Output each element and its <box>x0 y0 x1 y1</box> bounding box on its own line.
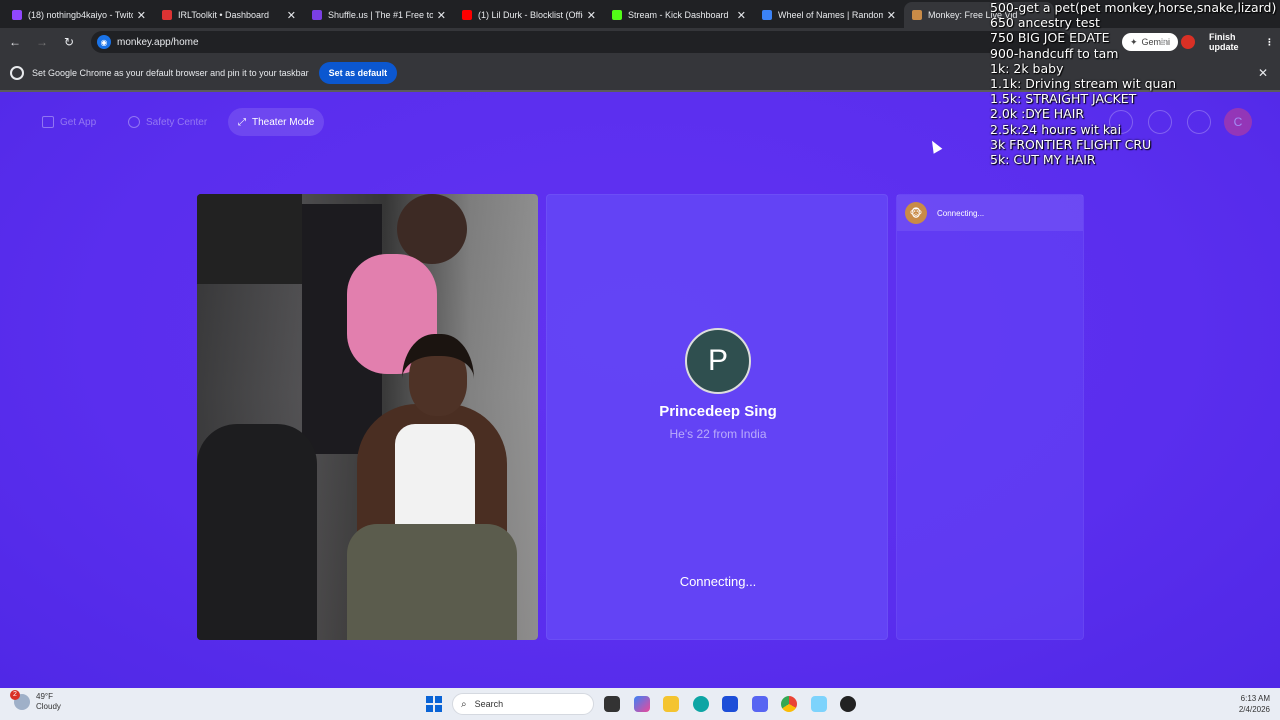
search-placeholder: Search <box>474 699 504 709</box>
goal-line: 900-handcuff to tam <box>990 45 1119 61</box>
url-text: monkey.app/home <box>117 36 199 48</box>
close-icon[interactable]: ✕ <box>887 9 896 22</box>
goal-line: 750 BIG JOE EDATE <box>990 30 1110 46</box>
clock-date: 2/4/2026 <box>1238 705 1270 714</box>
chrome-icon <box>10 66 24 80</box>
tab-irltoolkit[interactable]: IRLToolkit • Dashboard ✕ <box>154 2 304 28</box>
tab-youtube[interactable]: (1) Lil Durk - Blocklist (Offici ✕ <box>454 2 604 28</box>
tab-twitch[interactable]: (18) nothingb4kaiyo - Twitch ✕ <box>4 2 154 28</box>
match-name: Princedeep Sing <box>659 403 777 420</box>
person-head <box>397 194 467 264</box>
theater-mode-label: Theater Mode <box>252 116 315 128</box>
safety-center-button[interactable]: Safety Center <box>118 108 217 136</box>
self-video-feed <box>197 194 538 640</box>
monkey-icon: 🐵 <box>905 202 927 224</box>
chrome-taskbar-icon[interactable] <box>781 696 797 712</box>
set-default-button[interactable]: Set as default <box>318 62 398 84</box>
close-icon[interactable]: ✕ <box>587 9 596 22</box>
stream-goals-overlay: 500-get a pet(pet monkey,horse,snake,liz… <box>990 0 1276 167</box>
tab-title: (1) Lil Durk - Blocklist (Offici <box>478 10 583 20</box>
get-app-label: Get App <box>60 116 97 128</box>
forward-arrow-icon[interactable]: → <box>30 30 54 54</box>
person-hair <box>402 334 474 434</box>
store-icon[interactable] <box>722 696 738 712</box>
obs-icon[interactable] <box>840 696 856 712</box>
close-icon[interactable]: ✕ <box>437 9 446 22</box>
search-icon: ⌕ <box>461 698 467 710</box>
expand-icon: ⤢ <box>238 116 246 128</box>
match-subtitle: He's 22 from India <box>669 427 767 441</box>
goal-line: 2.0k :DYE HAIR <box>990 106 1085 122</box>
site-info-icon[interactable]: ◉ <box>97 35 111 49</box>
background-chair <box>197 424 317 640</box>
person-camo-pants <box>347 524 517 640</box>
cloud-icon: 2 <box>10 690 30 710</box>
match-panel: P Princedeep Sing He's 22 from India Con… <box>546 194 888 640</box>
shield-icon <box>128 116 140 128</box>
weather-widget[interactable]: 2 49°F Cloudy <box>10 690 61 712</box>
tab-title: Wheel of Names | Random n <box>778 10 883 20</box>
goal-line: 1.5k: STRAIGHT JACKET <box>990 91 1137 107</box>
weather-temp: 49°F <box>36 692 53 701</box>
wheel-favicon-icon <box>762 10 772 20</box>
monkey-favicon-icon <box>912 10 922 20</box>
app-icon[interactable] <box>811 696 827 712</box>
windows-start-icon[interactable] <box>426 696 442 712</box>
taskbar-search[interactable]: ⌕ Search <box>452 693 594 715</box>
tab-shuffle[interactable]: Shuffle.us | The #1 Free to Pl ✕ <box>304 2 454 28</box>
phone-icon <box>42 116 54 128</box>
task-view-icon[interactable] <box>604 696 620 712</box>
shuffle-favicon-icon <box>312 10 322 20</box>
goal-line: 650 ancestry test <box>990 15 1100 31</box>
system-clock[interactable]: 6:13 AM 2/4/2026 <box>1239 693 1270 715</box>
close-icon[interactable]: ✕ <box>287 9 296 22</box>
infobar-text: Set Google Chrome as your default browse… <box>32 68 309 78</box>
back-arrow-icon[interactable]: ← <box>3 30 27 54</box>
goal-line: 500-get a pet(pet monkey,horse,snake,liz… <box>990 0 1277 15</box>
reload-icon[interactable]: ↻ <box>57 30 81 54</box>
chat-status: Connecting... <box>937 208 985 218</box>
theater-mode-button[interactable]: ⤢ Theater Mode <box>228 108 325 136</box>
clock-time: 6:13 AM <box>1240 694 1270 703</box>
chat-header: 🐵 Connecting... <box>897 195 1083 231</box>
monkey-page: Get App Safety Center ⤢ Theater Mode C P … <box>0 92 1280 688</box>
address-bar[interactable]: ◉ monkey.app/home <box>91 31 1071 53</box>
tab-kick[interactable]: Stream - Kick Dashboard ✕ <box>604 2 754 28</box>
safety-center-label: Safety Center <box>146 116 208 128</box>
tab-title: IRLToolkit • Dashboard <box>178 10 270 20</box>
windows-taskbar: 2 49°F Cloudy ⌕ Search 6:13 AM 2/4/2026 <box>0 688 1280 720</box>
goal-line: 1k: 2k baby <box>990 60 1064 76</box>
match-avatar: P <box>685 328 751 394</box>
goal-line: 3k FRONTIER FLIGHT CRU <box>990 136 1152 152</box>
goal-line: 5k: CUT MY HAIR <box>990 152 1096 168</box>
twitch-favicon-icon <box>12 10 22 20</box>
chat-panel: 🐵 Connecting... <box>896 194 1084 640</box>
tab-title: Shuffle.us | The #1 Free to Pl <box>328 10 433 20</box>
discord-icon[interactable] <box>752 696 768 712</box>
close-icon[interactable]: ✕ <box>137 9 146 22</box>
youtube-favicon-icon <box>462 10 472 20</box>
file-explorer-icon[interactable] <box>663 696 679 712</box>
match-status: Connecting... <box>679 574 757 589</box>
kick-favicon-icon <box>612 10 622 20</box>
edge-icon[interactable] <box>693 696 709 712</box>
goal-line: 1.1k: Driving stream wit quan <box>990 76 1177 92</box>
tab-title: Stream - Kick Dashboard <box>628 10 729 20</box>
irltoolkit-favicon-icon <box>162 10 172 20</box>
copilot-icon[interactable] <box>634 696 650 712</box>
goal-line: 2.5k:24 hours wit kai <box>990 121 1122 137</box>
tab-title: (18) nothingb4kaiyo - Twitch <box>28 10 133 20</box>
background-tv <box>197 194 302 284</box>
close-icon[interactable]: ✕ <box>737 9 746 22</box>
get-app-button[interactable]: Get App <box>32 108 106 136</box>
notification-badge: 2 <box>10 690 20 700</box>
tab-wheel-of-names[interactable]: Wheel of Names | Random n ✕ <box>754 2 904 28</box>
weather-desc: Cloudy <box>36 702 61 711</box>
